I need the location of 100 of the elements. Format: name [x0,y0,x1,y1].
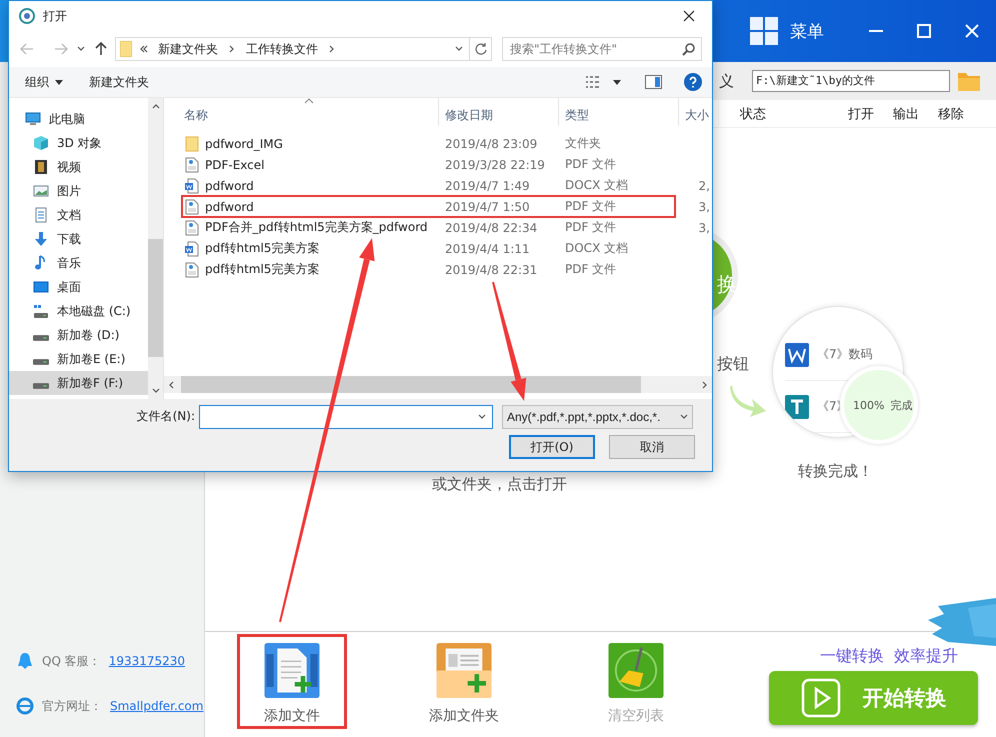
nav-item[interactable]: 图片 [9,179,148,203]
pdf-file-icon [185,198,199,214]
scroll-right-icon [700,380,708,388]
close-icon [965,24,979,38]
add-file-button[interactable]: 添加文件 [237,634,347,729]
list-view-icon [585,75,601,89]
preview-pane-button[interactable] [645,75,662,89]
output-path-field[interactable]: F:\新建文˜1\by的文件 [752,70,950,92]
caret-icon [77,45,85,53]
file-row[interactable]: pdf转html5完美方案 2019/4/8 22:31 PDF 文件 [182,259,675,280]
nav-item[interactable]: 新加卷E (E:) [9,347,148,371]
file-name: pdf转html5完美方案 [205,261,320,278]
up-arrow-icon [95,42,107,56]
nav-item[interactable]: 视频 [9,155,148,179]
column-header: 移除 [938,106,964,122]
minimize-icon [869,30,883,32]
nav-item[interactable]: 新加卷F (F:) [9,371,148,395]
file-row[interactable]: pdfword 2019/4/7 1:49 DOCX 文档 [182,175,675,196]
grid-icon [750,17,778,45]
date-cell-text: 2019/4/8 22:31 [445,262,538,276]
computer-icon [25,111,41,127]
filename-field[interactable] [199,404,493,428]
date-cell-text: 2019/4/8 23:09 [445,136,538,150]
file-name: 《7》数码 [817,346,873,363]
column-header: 状态 [740,106,766,122]
hint-text: 按钮 [717,354,749,375]
folder-icon [120,41,132,57]
contact-link[interactable]: Smallpdfer.com [110,699,204,713]
help-button[interactable] [684,73,702,91]
column-header[interactable]: 修改日期 [439,98,559,126]
app-logo-icon [19,8,35,24]
pdf-file-icon [185,156,199,172]
horizontal-scrollbar[interactable] [164,376,712,393]
file-row[interactable]: pdfword 2019/4/7 1:50 PDF 文件 [182,196,675,217]
progress-percent: 100% [853,398,884,412]
add-file-icon [262,643,322,698]
column-header[interactable]: 名称 [164,98,439,126]
search-field[interactable]: 搜索"工作转换文件" [502,37,702,61]
search-icon [682,42,695,56]
caret-icon [478,412,486,420]
toolbar-button[interactable]: 组织 [25,74,63,90]
text-icon [785,394,809,418]
drive-icon [33,359,49,365]
nav-item[interactable]: 本地磁盘 (C:) [9,299,148,323]
desktop-icon [33,279,49,295]
view-button[interactable] [585,75,601,89]
date-cell-text: 2019/4/7 1:49 [445,178,531,192]
chevron-icon [228,45,236,53]
drive-icon [33,383,49,389]
nav-item[interactable]: 桌面 [9,275,148,299]
file-row[interactable]: pdfword_IMG 2019/4/8 23:09 文件夹 [182,133,675,154]
file-row[interactable]: PDF合并_pdf转html5完美方案_pdfword 2019/4/8 22:34 PDF 文件 [182,217,675,238]
chevron-icon [328,45,336,53]
breadcrumb-item[interactable]: 新建文件夹 [156,40,220,58]
scroll-down-icon [152,386,160,394]
file-type-dropdown[interactable]: Any(*.pdf,*.ppt,*.pptx,*.doc,*. [502,404,693,428]
progress-status: 完成 [890,398,912,412]
nav-item[interactable]: 新加卷 (D:) [9,323,148,347]
file-row[interactable]: PDF-Excel 2019/3/28 22:19 PDF 文件 [182,154,675,175]
nav-item[interactable]: 下载 [9,227,148,251]
pdf-file-icon [185,220,199,236]
maximize-icon [917,24,931,38]
date-cell-text: 2019/4/8 22:34 [445,220,538,234]
filename-label: 文件名(N): [136,408,196,425]
download-icon [33,231,49,247]
column-header[interactable]: 类型 [559,98,679,126]
column-header[interactable]: 大小 [679,98,719,126]
type-cell-text: DOCX 文档 [565,240,630,257]
contact-link[interactable]: 1933175230 [108,654,186,668]
toolbar-button[interactable]: 新建文件夹 [89,74,149,90]
forward-arrow-icon [54,43,68,55]
address-bar[interactable]: 新建文件夹 工作转换文件 [115,37,492,61]
film-icon [33,159,49,175]
setting-label: 义 [719,72,734,90]
drop-hint-text: 或文件夹，点击打开 [432,475,567,494]
open-button[interactable]: 打开(O) [509,435,595,459]
add-folder-button[interactable]: 添加文件夹 [409,634,519,729]
word-file-icon [185,240,199,256]
refresh-icon [474,43,486,55]
curved-arrow-icon [728,385,768,417]
view-dropdown[interactable] [613,80,621,84]
file-name: pdfword [205,200,254,214]
cancel-button[interactable]: 取消 [609,435,695,459]
menu-button[interactable]: 菜单 [750,17,824,45]
size-cell-text: 2, [698,178,711,192]
file-row[interactable]: pdf转html5完美方案 2019/4/4 1:11 DOCX 文档 [182,238,675,259]
add-folder-icon [434,643,494,698]
nav-item[interactable]: 文档 [9,203,148,227]
size-cell-text: 3, [698,200,711,214]
file-name: PDF-Excel [205,158,264,172]
nav-item[interactable]: 此电脑 [9,107,148,131]
type-cell-text: PDF 文件 [565,219,618,236]
drive-icon [33,335,49,341]
nav-item[interactable]: 3D 对象 [9,131,148,155]
breadcrumb-item[interactable]: 工作转换文件 [244,40,320,58]
file-name: PDF合并_pdf转html5完美方案_pdfword [205,219,428,236]
vertical-scrollbar[interactable] [148,98,163,399]
nav-item[interactable]: 音乐 [9,251,148,275]
date-cell-text: 2019/4/4 1:11 [445,242,531,256]
sort-caret-icon [304,98,314,104]
